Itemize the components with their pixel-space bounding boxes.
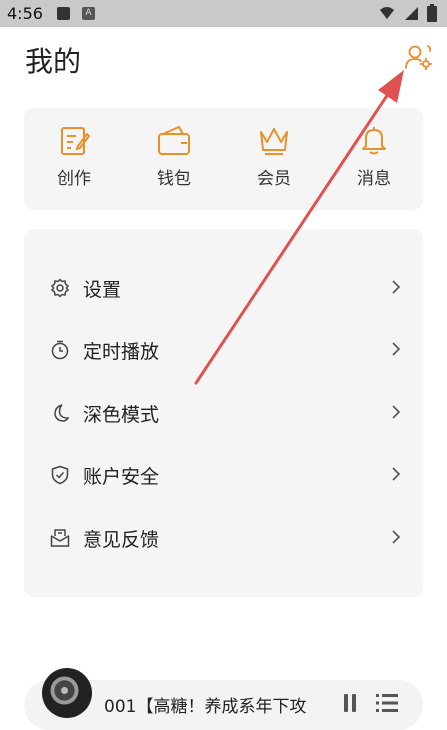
- menu-item-label: 深色模式: [83, 404, 160, 426]
- page-title: 我的: [25, 45, 82, 78]
- menu-item-feedback[interactable]: 意见反馈: [24, 513, 423, 563]
- quick-action-wallet[interactable]: 钱包: [144, 124, 204, 189]
- quick-action-label: 钱包: [157, 169, 191, 189]
- menu-item-account-security[interactable]: 账户安全: [24, 450, 423, 500]
- quick-action-messages[interactable]: 消息: [344, 124, 404, 189]
- quick-action-membership[interactable]: 会员: [244, 124, 304, 189]
- user-gear-icon[interactable]: [403, 42, 433, 72]
- status-bar: 4:56 A: [0, 0, 447, 27]
- notification-badge: A: [81, 7, 95, 20]
- chevron-right-icon: [392, 530, 401, 544]
- pause-icon[interactable]: [342, 693, 358, 713]
- shield-icon: [51, 465, 69, 485]
- menu-item-label: 账户安全: [83, 466, 160, 488]
- quick-action-label: 消息: [357, 169, 391, 189]
- quick-actions-card: 创作 钱包 会员 消息: [24, 108, 423, 210]
- status-time: 4:56: [7, 4, 43, 23]
- wifi-icon: [380, 7, 394, 19]
- timer-icon: [51, 340, 69, 360]
- notification-icon: [56, 7, 70, 20]
- battery-icon: [427, 4, 437, 22]
- menu-item-dark-mode[interactable]: 深色模式: [24, 388, 423, 438]
- menu-item-label: 设置: [83, 279, 122, 301]
- menu-card: 设置 定时播放 深色模式 账户安全 意见反馈: [24, 229, 423, 597]
- quick-action-create[interactable]: 创作: [44, 124, 104, 189]
- chevron-right-icon: [392, 342, 401, 356]
- chevron-right-icon: [392, 405, 401, 419]
- wallet-icon: [158, 125, 190, 155]
- chevron-right-icon: [392, 467, 401, 481]
- crown-icon: [260, 128, 288, 155]
- edit-icon: [61, 127, 90, 155]
- quick-action-label: 会员: [257, 169, 291, 189]
- moon-icon: [54, 404, 70, 422]
- quick-action-label: 创作: [57, 169, 91, 189]
- menu-item-settings[interactable]: 设置: [24, 263, 423, 313]
- gear-icon: [50, 278, 70, 298]
- menu-item-label: 意见反馈: [83, 529, 160, 551]
- bell-icon: [362, 127, 386, 155]
- playlist-icon[interactable]: [376, 693, 398, 713]
- feedback-icon: [50, 529, 70, 547]
- signal-icon: [405, 7, 418, 20]
- album-cover[interactable]: [42, 668, 92, 718]
- mini-player[interactable]: 001【高糖！养成系年下攻: [24, 668, 423, 730]
- menu-item-label: 定时播放: [83, 341, 160, 363]
- chevron-right-icon: [392, 280, 401, 294]
- menu-item-timer[interactable]: 定时播放: [24, 325, 423, 375]
